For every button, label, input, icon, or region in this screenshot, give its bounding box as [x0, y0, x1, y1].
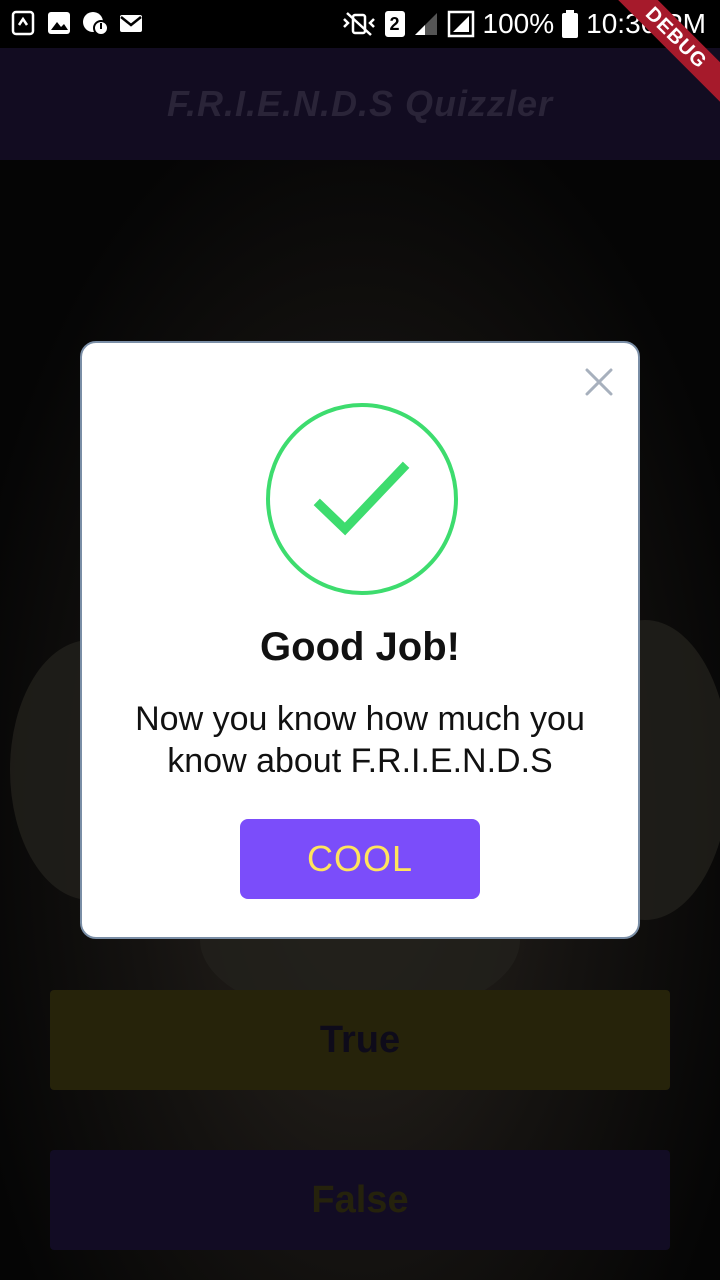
app-title: F.R.I.E.N.D.S Quizzler	[166, 83, 554, 124]
close-icon[interactable]	[582, 365, 616, 399]
app-bar: F.R.I.E.N.D.S Quizzler	[0, 48, 720, 160]
sync-alert-icon	[11, 10, 35, 36]
cool-button[interactable]: COOL	[240, 819, 480, 899]
signal-icon	[414, 13, 437, 35]
notification-icons	[10, 10, 144, 36]
battery-icon	[562, 10, 579, 38]
status-bar: 2 100% 10:36 PM	[0, 0, 720, 48]
dialog-title: Good Job!	[260, 625, 460, 669]
chat-alert-icon	[83, 12, 108, 36]
true-button-label: True	[319, 1018, 401, 1061]
dialog-message: Now you know how much you know about F.R…	[135, 700, 585, 780]
check-circle-icon	[266, 403, 458, 595]
image-icon	[48, 12, 70, 34]
true-button[interactable]: True	[50, 990, 670, 1090]
success-dialog: Good Job! Now you know how much you know…	[80, 341, 640, 939]
mail-icon	[120, 15, 142, 32]
cool-button-label: COOL	[306, 838, 414, 879]
battery-percent: 100%	[482, 8, 555, 39]
false-button-label: False	[311, 1178, 409, 1221]
sim-2-icon: 2	[384, 11, 405, 37]
false-button[interactable]: False	[50, 1150, 670, 1250]
data-signal-icon	[447, 10, 474, 38]
vibrate-off-icon	[342, 12, 375, 36]
